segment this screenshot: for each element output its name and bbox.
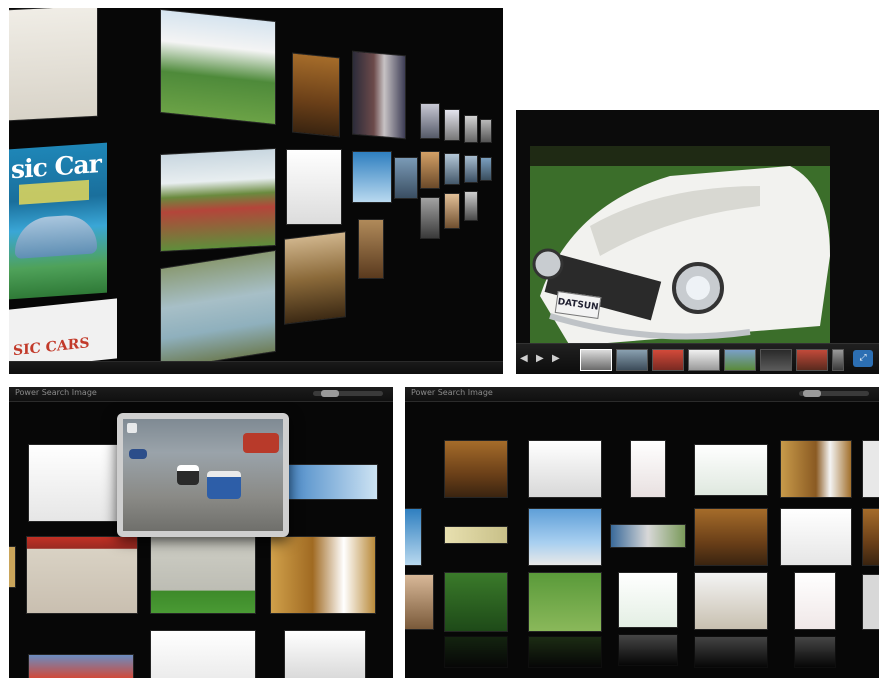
preview-popup[interactable] [117,413,289,537]
far-tile[interactable] [395,158,417,198]
car-lot-tile[interactable] [161,149,275,251]
thumbnail-tile[interactable] [529,441,601,497]
toolbar: Power Search Image [405,387,879,402]
thumbnail[interactable] [616,349,648,371]
reflection [445,637,507,667]
thumbnail-tile[interactable] [781,441,851,497]
thumbnail-tile[interactable] [631,441,665,497]
blue-banner-tile[interactable] [281,465,377,499]
magazine-subtitle-band [19,179,89,205]
thumbnail-tile[interactable] [695,445,767,495]
car-citroen-tile[interactable] [161,250,275,370]
thumbnail-tile[interactable] [781,509,851,565]
room-photo-tile[interactable] [293,53,339,137]
classic-cars-card[interactable]: SIC CARS [9,298,117,370]
far-tile[interactable] [445,194,459,228]
car-photo [530,146,830,346]
car-photo-tile[interactable] [161,10,275,124]
edge-tile[interactable] [9,547,15,587]
chopper-tile[interactable] [29,655,133,678]
far-tile[interactable] [465,156,477,182]
previous-icon[interactable]: ◀ [520,353,528,364]
next-icon[interactable]: ▶ [552,353,560,364]
thumbnail-tile[interactable] [863,575,879,629]
thumbnail[interactable] [652,349,684,371]
image-viewer-panel: DATSUN ◀ ▶ ▶ ⤢ [516,110,879,374]
scooter-red-tile[interactable] [27,537,137,613]
thumbnail[interactable] [832,349,844,371]
reflection [695,637,767,667]
image-wall-panel: sic Car SIC CARS [9,8,503,374]
far-tile[interactable] [445,110,459,140]
thumbnail-bar: ◀ ▶ ▶ ⤢ [516,343,879,374]
magazine-cover-tile[interactable]: sic Car [9,142,107,300]
far-tile[interactable] [481,120,491,142]
far-tile[interactable] [421,198,439,238]
far-tile[interactable] [445,154,459,184]
thumbnail[interactable] [580,349,612,371]
thumbnail-tile[interactable] [795,573,835,629]
scooter-tile[interactable] [151,537,255,613]
thumbnail-tile[interactable] [863,509,879,565]
kart-shape [177,465,199,485]
newspaper-tile[interactable] [9,8,97,121]
magazine-car-image [15,213,97,260]
go-kart-photo [123,419,283,531]
gear-photo-tile[interactable] [285,631,365,678]
zoom-slider-knob[interactable] [321,390,339,397]
fullscreen-icon[interactable]: ⤢ [853,350,873,367]
close-icon[interactable] [127,423,137,433]
far-tile[interactable] [421,152,439,188]
blue-tile[interactable] [353,152,391,202]
reflection [529,637,601,667]
far-tile[interactable] [465,116,477,142]
thumbnail-tile[interactable] [863,441,879,497]
status-bar [9,361,503,374]
play-icon[interactable]: ▶ [536,353,544,364]
room-tile[interactable] [271,537,375,613]
kart-shape [129,449,147,459]
far-tile[interactable] [421,104,439,138]
thumbnail[interactable] [760,349,792,371]
far-tile[interactable] [465,192,477,220]
toolbar-title: Power Search Image [15,388,97,397]
classic-cars-text: SIC CARS [13,335,90,360]
people-photo-tile[interactable] [353,51,405,139]
thumbnail-tile[interactable] [611,525,685,547]
thumbnail-tile[interactable] [445,441,507,497]
thumbnail[interactable] [724,349,756,371]
zoom-slider[interactable] [799,390,869,397]
motorbike-tile[interactable] [285,232,345,324]
zoom-slider-knob[interactable] [803,390,821,397]
thumbnail-tile[interactable] [445,527,507,543]
toolbar: Power Search Image [9,387,393,402]
motorcycle-tile[interactable] [151,631,255,678]
thumbnail-tile[interactable] [445,573,507,631]
thumbnail-grid-panel: Power Search Image [405,387,879,678]
diagram-tile[interactable] [287,150,341,224]
thumbnail[interactable] [688,349,720,371]
far-tile[interactable] [481,158,491,180]
zoom-slider[interactable] [313,390,383,397]
reflection [795,637,835,667]
thumbnail-tile[interactable] [405,575,433,629]
reflection [619,635,677,665]
thumbnail-tile[interactable] [529,509,601,565]
kart-shape [243,433,279,453]
thumbnail-tile[interactable] [619,573,677,627]
preview-grid-panel: Power Search Image [9,387,393,678]
thumbnail-tile[interactable] [529,573,601,631]
thumbnail-tile[interactable] [695,573,767,629]
thumbnail-tile[interactable] [405,509,421,565]
thumbnail[interactable] [796,349,828,371]
dark-tile[interactable] [359,220,383,278]
toolbar-title: Power Search Image [411,388,493,397]
thumbnail-tile[interactable] [695,509,767,565]
kart-shape [207,471,241,499]
